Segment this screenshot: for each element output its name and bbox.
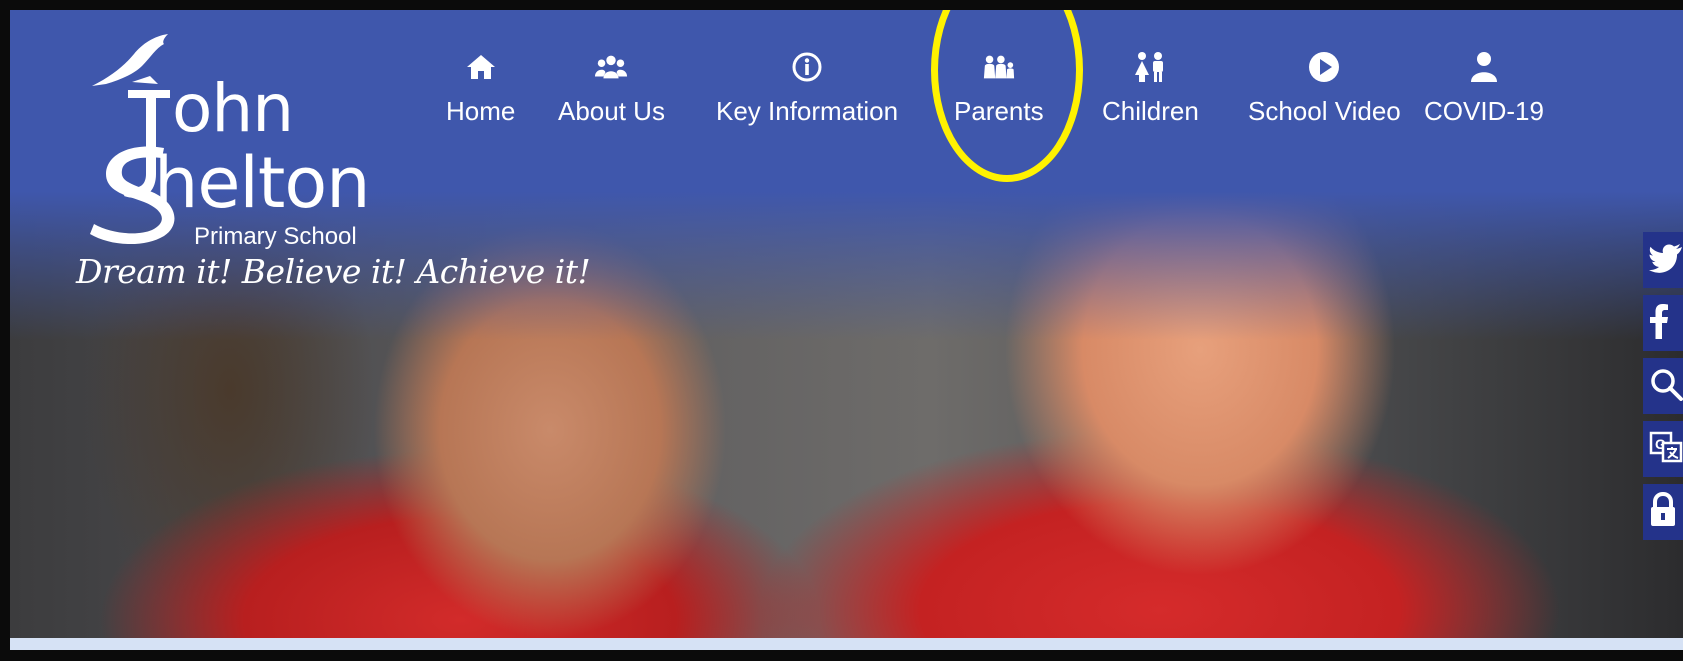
nav-item-children[interactable]: Children (1102, 50, 1199, 127)
user-icon (1467, 50, 1501, 84)
facebook-link[interactable] (1643, 295, 1683, 351)
translate-link[interactable]: G (1643, 421, 1683, 477)
content-strip (10, 638, 1683, 650)
logo-subtitle: Primary School (194, 223, 357, 250)
people-icon (594, 50, 628, 84)
home-icon (464, 50, 498, 84)
nav-label-key-information: Key Information (716, 96, 899, 126)
search-link[interactable] (1643, 358, 1683, 414)
nav-item-about-us[interactable]: About Us (558, 50, 665, 127)
nav-item-covid-19[interactable]: COVID-19 (1424, 50, 1544, 127)
search-icon (1649, 367, 1683, 406)
children-icon (1133, 50, 1167, 84)
nav-label-children: Children (1102, 96, 1199, 126)
school-tagline: Dream it! Believe it! Achieve it! (76, 252, 591, 291)
nav-label-about-us: About Us (558, 96, 665, 126)
school-logo[interactable]: ohn helton Primary School (72, 24, 392, 254)
nav-item-home[interactable]: Home (446, 50, 515, 127)
logo-text-ohn: ohn (172, 70, 294, 147)
facebook-icon (1649, 303, 1669, 344)
nav-item-school-video[interactable]: School Video (1248, 50, 1401, 127)
nav-label-school-video: School Video (1248, 96, 1401, 126)
nav-label-home: Home (446, 96, 516, 126)
nav-label-covid-19: COVID-19 (1424, 96, 1544, 126)
translate-icon: G (1649, 430, 1683, 469)
login-link[interactable] (1643, 484, 1683, 540)
play-icon (1307, 50, 1341, 84)
twitter-link[interactable] (1643, 232, 1683, 288)
twitter-icon (1649, 243, 1683, 278)
page-frame: ohn helton Primary School Dream it! Beli… (10, 10, 1683, 650)
nav-item-key-information[interactable]: Key Information (716, 50, 898, 127)
lock-icon (1649, 491, 1677, 533)
logo-text-helton: helton (154, 142, 371, 224)
info-icon (790, 50, 824, 84)
